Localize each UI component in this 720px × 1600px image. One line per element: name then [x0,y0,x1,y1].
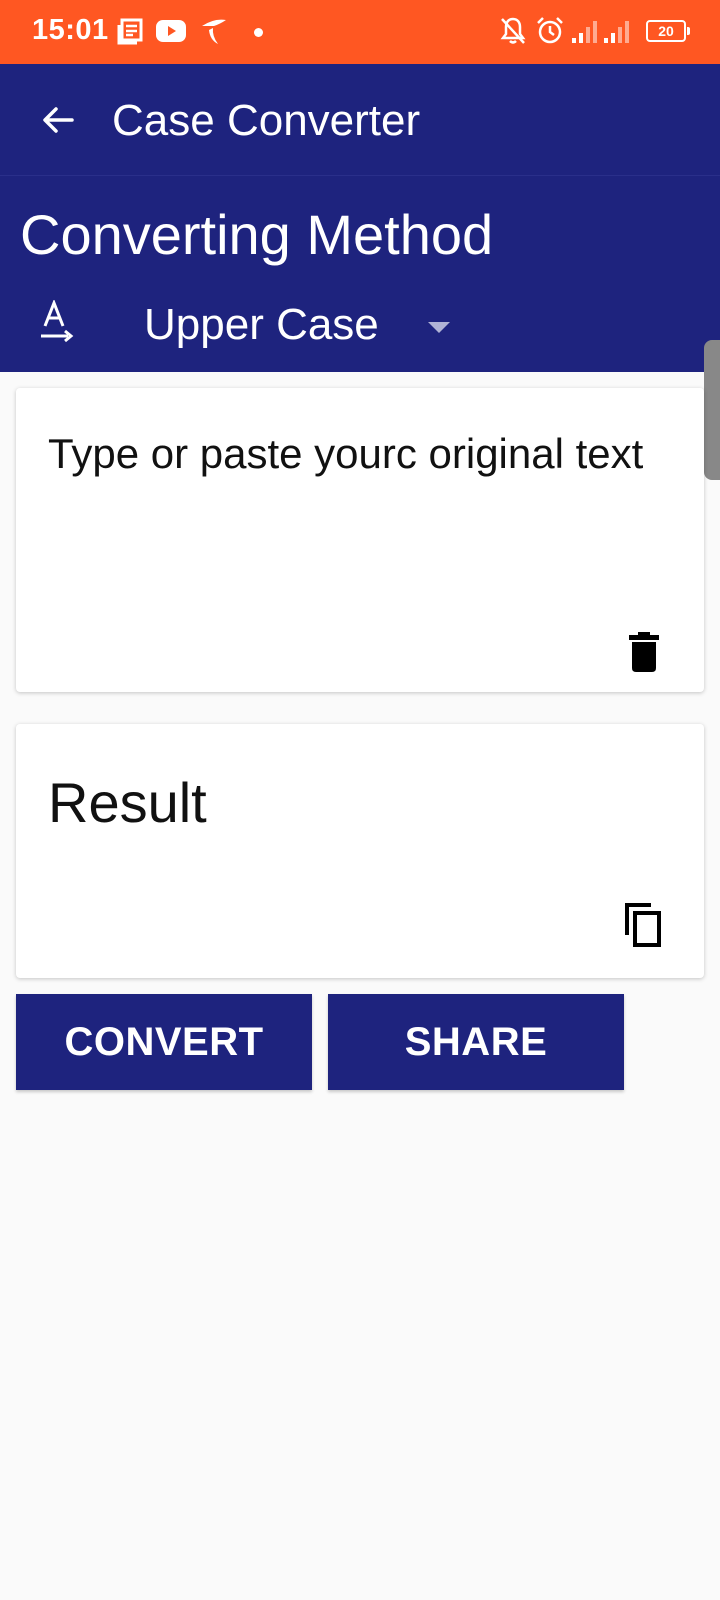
back-arrow-icon [43,107,74,133]
back-button[interactable] [26,88,90,152]
notifications-off-icon [500,17,526,44]
clear-button[interactable] [622,628,666,676]
method-selected-value: Upper Case [144,300,379,349]
app-bar: Case Converter [0,64,720,176]
dropdown-arrow-icon [428,322,450,333]
result-card: Result [16,724,704,978]
result-text: Result [48,771,207,834]
share-button[interactable]: SHARE [328,994,624,1090]
notification-dot [254,28,263,37]
scrollbar[interactable] [704,340,720,480]
copy-button[interactable] [620,898,666,950]
method-dropdown[interactable]: Upper Case [140,294,460,358]
method-heading: Converting Method [20,203,494,266]
signal-icon [604,21,629,43]
news-icon [117,18,143,45]
app-title: Case Converter [112,96,421,145]
signal-icon [572,21,597,43]
delete-icon [629,632,659,672]
youtube-icon [156,20,186,42]
telenor-icon [202,19,226,44]
copy-icon [625,903,661,947]
input-card: Type or paste yourc original text [16,388,704,692]
convert-button[interactable]: CONVERT [16,994,312,1090]
text-format-icon [41,300,74,343]
status-bar: 15:01 20 [0,0,720,64]
text-input[interactable]: Type or paste yourc original text [48,430,643,478]
method-panel: Converting Method Upper Case [0,176,720,372]
battery-icon: 20 [646,20,690,42]
alarm-icon [537,17,563,44]
status-time: 15:01 [32,14,109,46]
